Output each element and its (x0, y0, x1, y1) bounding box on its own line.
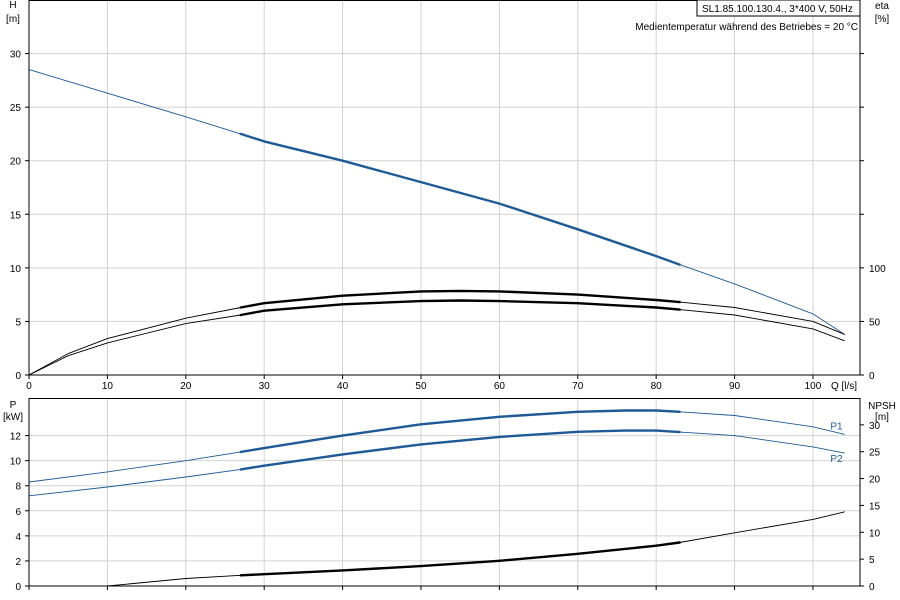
bottom-curve-P1-high (679, 411, 845, 435)
top-curve-lower-high (679, 309, 845, 342)
x-tick-label-60: 60 (494, 381, 506, 392)
x-tick-label-40: 40 (337, 381, 349, 392)
x-tick-label-0: 0 (26, 381, 32, 392)
bottom-ytick-left-label-2: 2 (15, 557, 21, 568)
bottom-plot-frame (28, 398, 861, 587)
top-ytick-left-label-25: 25 (10, 103, 22, 114)
top-curve-upper-low (28, 307, 242, 376)
top-ytick-right-label-100: 100 (869, 264, 886, 275)
bottom-ytick-right-label-15: 15 (869, 501, 881, 512)
top-ylabel-right-name: eta (875, 1, 889, 12)
top-curve-H-low (28, 69, 242, 135)
frame-layer (25, 0, 864, 590)
top-curve-lower-duty (239, 299, 681, 317)
bottom-curve-P1-low (28, 451, 242, 483)
top-curve-lower-low (28, 314, 242, 376)
bottom-ytick-right-label-0: 0 (869, 582, 875, 593)
bottom-ytick-left-label-6: 6 (15, 507, 21, 518)
x-tick-label-80: 80 (651, 381, 663, 392)
bottom-ytick-right-label-5: 5 (869, 555, 875, 566)
x-tick-label-10: 10 (102, 381, 114, 392)
bottom-ytick-left-label-10: 10 (10, 457, 22, 468)
bottom-curve-P2-low (28, 468, 242, 497)
top-ytick-left-label-15: 15 (10, 210, 22, 221)
top-curve-H-duty (239, 132, 681, 266)
label-layer: 0 10 20 30 40 50 60 70 80 90 100051015202530050100… (3, 0, 896, 593)
bottom-ytick-left-label-8: 8 (15, 482, 21, 493)
bottom-ytick-left-label-0: 0 (15, 582, 21, 593)
x-tick-label-70: 70 (572, 381, 584, 392)
top-ylabel-right-unit: [%] (875, 14, 890, 25)
x-tick-label-100: 100 (805, 381, 822, 392)
x-tick-label-50: 50 (415, 381, 427, 392)
x-tick-label-20: 20 (180, 381, 192, 392)
top-ytick-right-label-0: 0 (869, 371, 875, 382)
bottom-ytick-left-label-4: 4 (15, 532, 21, 543)
top-ylabel-left-name: H (9, 0, 16, 11)
bottom-ytick-right-label-10: 10 (869, 528, 881, 539)
bottom-curve-NPSH-duty (239, 541, 681, 577)
bottom-ylabel-left-name: P (10, 400, 17, 411)
bottom-curve-P2-duty (239, 429, 681, 471)
series-label-P2: P2 (830, 454, 843, 465)
top-ylabel-left-unit: [m] (6, 14, 20, 25)
bottom-ytick-left-label-12: 12 (10, 432, 22, 443)
x-axis-label: Q [l/s] (831, 381, 857, 392)
bottom-ylabel-right-unit: [m] (875, 412, 889, 423)
bottom-ytick-right-label-20: 20 (869, 475, 881, 486)
top-ytick-right-label-50: 50 (869, 317, 881, 328)
bottom-ytick-right-label-25: 25 (869, 448, 881, 459)
curve-layer (28, 69, 845, 587)
x-tick-label-30: 30 (259, 381, 271, 392)
top-ytick-left-label-10: 10 (10, 264, 22, 275)
bottom-curve-NPSH-high (679, 511, 845, 543)
x-tick-label-90: 90 (729, 381, 741, 392)
top-ytick-left-label-0: 0 (15, 371, 21, 382)
medium-temperature-note: Medientemperatur während des Betriebes =… (635, 22, 858, 33)
top-ytick-left-label-5: 5 (15, 317, 21, 328)
model-label: SL1.85.100.130.4., 3*400 V, 50Hz (702, 4, 853, 15)
grid-layer (29, 0, 860, 586)
series-label-P1: P1 (830, 421, 843, 432)
bottom-ylabel-right-name: NPSH (868, 401, 896, 412)
pump-performance-chart: 0 10 20 30 40 50 60 70 80 90 100051015202530050100… (3, 0, 896, 593)
bottom-curve-NPSH-low (106, 574, 242, 587)
top-ytick-left-label-30: 30 (10, 50, 22, 61)
top-ytick-left-label-20: 20 (10, 157, 22, 168)
bottom-ylabel-left-unit: [kW] (3, 412, 23, 423)
